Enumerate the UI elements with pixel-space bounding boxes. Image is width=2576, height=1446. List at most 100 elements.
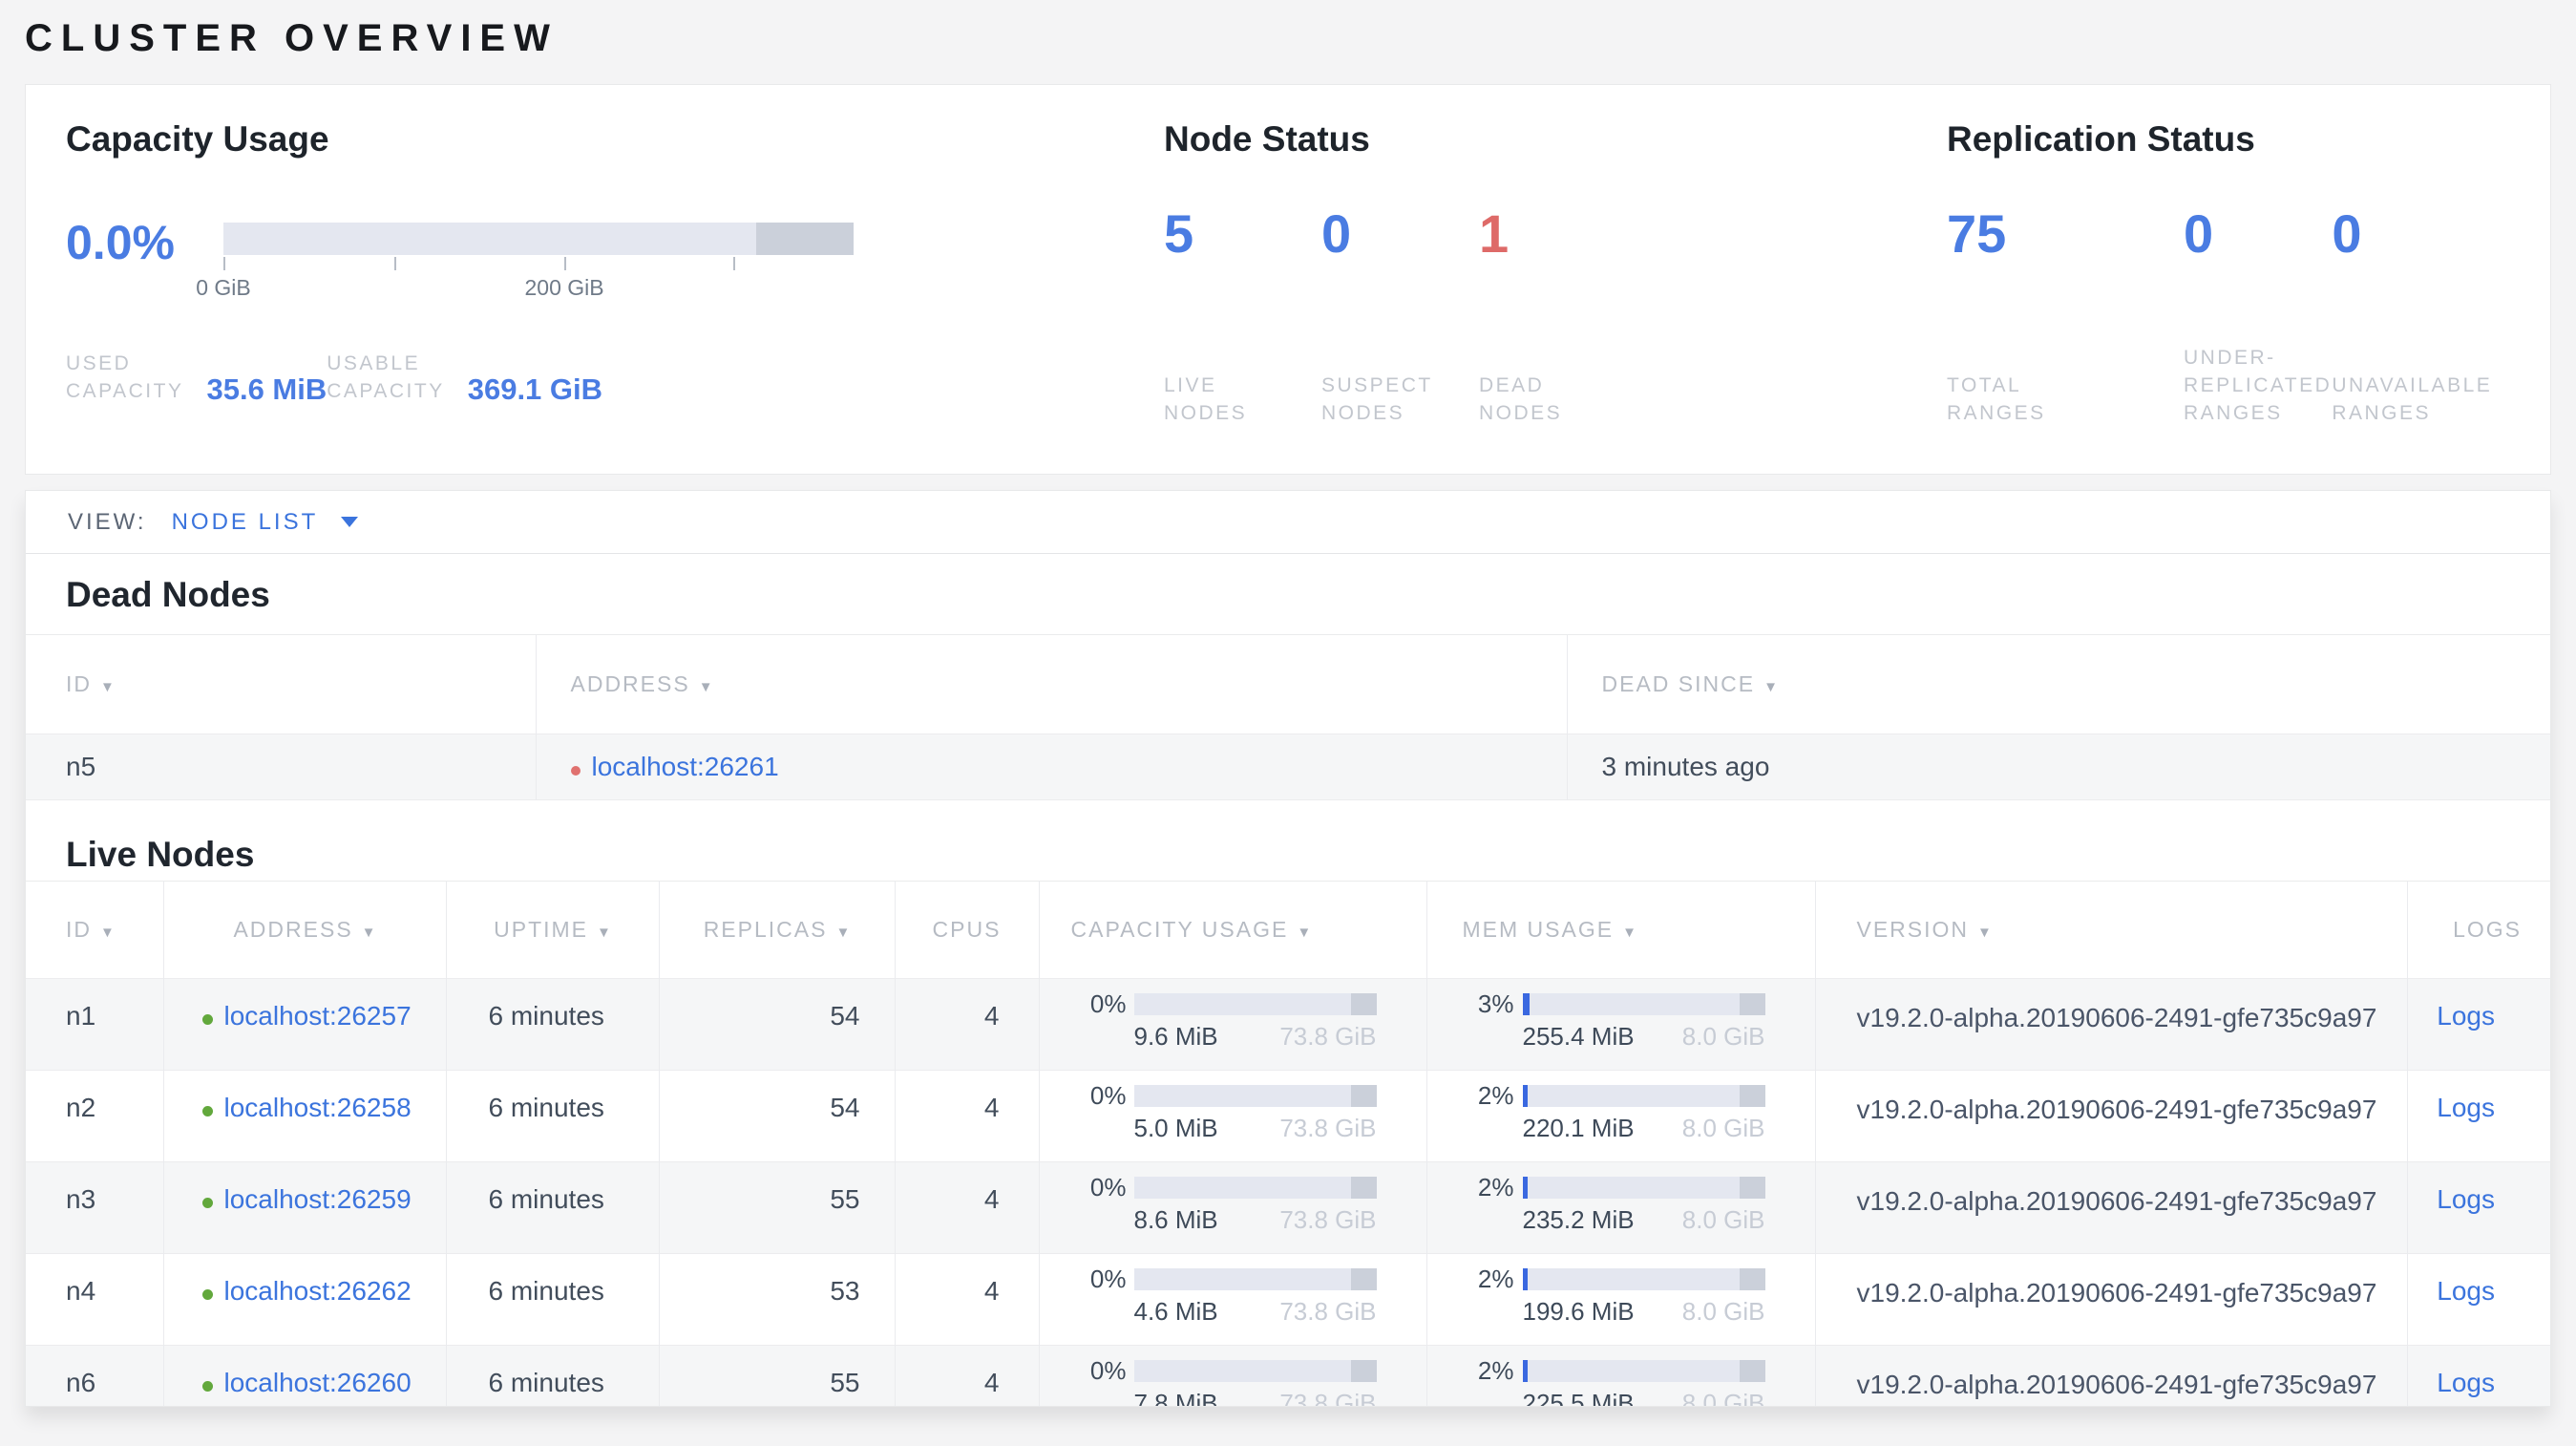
sort-arrow-icon: ▼ bbox=[597, 925, 611, 941]
node-address-link[interactable]: localhost:26260 bbox=[224, 1368, 412, 1397]
logs-link[interactable]: Logs bbox=[2437, 1368, 2495, 1397]
logs-link[interactable]: Logs bbox=[2437, 1184, 2495, 1214]
node-address-link[interactable]: localhost:26259 bbox=[224, 1184, 412, 1214]
mem-mini-bar bbox=[1522, 1177, 1765, 1199]
mem-pct-label: 2% bbox=[1477, 1081, 1514, 1110]
capacity-usage-title: Capacity Usage bbox=[66, 119, 329, 159]
node-id-cell: n3 bbox=[66, 1184, 96, 1214]
capacity-reserved-segment bbox=[1350, 993, 1377, 1015]
stat-label-line: DEAD bbox=[1479, 374, 1545, 396]
column-header-dead-since[interactable]: DEAD SINCE ▼ bbox=[1566, 634, 2550, 734]
chevron-down-icon[interactable] bbox=[341, 517, 359, 527]
stat-label: UNDER- REPLICATED RANGES bbox=[2184, 344, 2332, 427]
column-header-address[interactable]: ADDRESS ▼ bbox=[162, 881, 446, 979]
sort-arrow-icon: ▼ bbox=[698, 679, 713, 695]
stat-label: TOTAL RANGES bbox=[1947, 372, 2184, 427]
uptime-cell: 6 minutes bbox=[445, 1161, 659, 1254]
status-stat: 5 LIVE NODES bbox=[1164, 203, 1321, 427]
column-header-replicas[interactable]: REPLICAS ▼ bbox=[658, 881, 895, 979]
mem-used-value: 225.5 MiB bbox=[1522, 1389, 1635, 1407]
mem-fill-segment bbox=[1522, 1085, 1528, 1107]
node-address-cell: localhost:26258 bbox=[162, 1070, 446, 1162]
replicas-cell: 55 bbox=[658, 1345, 895, 1406]
uptime-cell: 6 minutes bbox=[445, 1253, 659, 1346]
sort-arrow-icon: ▼ bbox=[1763, 679, 1778, 695]
stat-label-line: RANGES bbox=[2332, 402, 2431, 424]
column-header-address[interactable]: ADDRESS ▼ bbox=[535, 634, 1567, 734]
node-address-cell: localhost:26260 bbox=[162, 1345, 446, 1406]
column-header-version[interactable]: VERSION ▼ bbox=[1814, 881, 2407, 979]
mem-used-value: 235.2 MiB bbox=[1522, 1205, 1635, 1234]
logs-cell: Logs bbox=[2406, 1161, 2550, 1254]
capacity-usage-cell: 0% 8.6 MiB 73.8 GiB bbox=[1038, 1161, 1426, 1254]
capacity-mini-bar bbox=[1133, 993, 1377, 1015]
mem-reserved-segment bbox=[1739, 1360, 1765, 1382]
mem-total-value: 8.0 GiB bbox=[1681, 1297, 1765, 1326]
capacity-bar-wrap: 0 GiB 200 GiB bbox=[196, 203, 854, 300]
page-title: CLUSTER OVERVIEW bbox=[25, 17, 559, 59]
capacity-usage-cell: 0% 5.0 MiB 73.8 GiB bbox=[1038, 1070, 1426, 1162]
live-node-dot-icon bbox=[201, 1381, 213, 1392]
column-header-uptime[interactable]: UPTIME ▼ bbox=[445, 881, 659, 979]
mem-mini-chart: 2% 220.1 MiB 8.0 GiB bbox=[1427, 1071, 1815, 1143]
capacity-mini-bar bbox=[1133, 1360, 1377, 1382]
stat-label-line: USED bbox=[66, 352, 132, 374]
column-header-id[interactable]: ID ▼ bbox=[26, 635, 536, 734]
cpus-cell: 4 bbox=[894, 1161, 1039, 1254]
live-node-dot-icon bbox=[201, 1289, 213, 1300]
replicas-cell: 53 bbox=[658, 1253, 895, 1346]
capacity-used-value: 4.6 MiB bbox=[1133, 1297, 1218, 1326]
dead-since-cell: 3 minutes ago bbox=[1566, 734, 2550, 800]
column-header-cpus: CPUS bbox=[894, 881, 1039, 979]
column-header-capacity-usage[interactable]: CAPACITY USAGE ▼ bbox=[1038, 881, 1426, 979]
mem-total-value: 8.0 GiB bbox=[1681, 1389, 1765, 1407]
replicas-cell: 55 bbox=[658, 1161, 895, 1254]
node-address-link[interactable]: localhost:26257 bbox=[224, 1001, 412, 1031]
sort-arrow-icon: ▼ bbox=[100, 679, 115, 695]
capacity-mini-bar bbox=[1133, 1085, 1377, 1107]
mem-used-value: 199.6 MiB bbox=[1522, 1297, 1635, 1326]
node-address-link[interactable]: localhost:26261 bbox=[592, 752, 779, 781]
version-cell: v19.2.0-alpha.20190606-2491-gfe735c9a97 bbox=[1814, 1161, 2407, 1254]
capacity-bar bbox=[223, 223, 854, 255]
stat-label-line: LIVE bbox=[1164, 374, 1217, 396]
mem-reserved-segment bbox=[1739, 993, 1765, 1015]
stat-label: USABLE CAPACITY bbox=[327, 350, 444, 405]
capacity-used-value: 7.8 MiB bbox=[1133, 1389, 1218, 1407]
stat-number: 5 bbox=[1164, 203, 1194, 264]
stat-label-line: REPLICATED bbox=[2184, 374, 2333, 396]
status-stat: 0 SUSPECT NODES bbox=[1321, 203, 1479, 427]
column-header-mem-usage[interactable]: MEM USAGE ▼ bbox=[1425, 881, 1815, 979]
mem-fill-segment bbox=[1522, 1360, 1528, 1382]
logs-link[interactable]: Logs bbox=[2437, 1276, 2495, 1306]
capacity-mini-bar bbox=[1133, 1177, 1377, 1199]
cluster-overview-page: CLUSTER OVERVIEW Capacity Usage 0.0% 0 G… bbox=[0, 0, 2576, 1446]
stat-label-line: NODES bbox=[1479, 402, 1563, 424]
mem-reserved-segment bbox=[1739, 1085, 1765, 1107]
column-header-id[interactable]: ID ▼ bbox=[26, 882, 163, 979]
replicas-cell: 54 bbox=[658, 978, 895, 1071]
capacity-stats: USED CAPACITY 35.6 MiB USABLE CAPACITY 369… bbox=[66, 350, 1164, 405]
node-address-link[interactable]: localhost:26262 bbox=[224, 1276, 412, 1306]
logs-link[interactable]: Logs bbox=[2437, 1001, 2495, 1031]
capacity-stat: USABLE CAPACITY 369.1 GiB bbox=[327, 350, 602, 405]
mem-usage-cell: 2% 235.2 MiB 8.0 GiB bbox=[1425, 1161, 1815, 1254]
view-selector[interactable]: NODE LIST bbox=[172, 509, 319, 536]
stat-label: DEAD NODES bbox=[1479, 372, 1636, 427]
mem-used-value: 255.4 MiB bbox=[1522, 1022, 1635, 1051]
capacity-mini-chart: 0% 4.6 MiB 73.8 GiB bbox=[1040, 1254, 1426, 1327]
capacity-mini-chart: 0% 7.8 MiB 73.8 GiB bbox=[1040, 1346, 1426, 1407]
uptime-cell: 6 minutes bbox=[445, 978, 659, 1071]
logs-link[interactable]: Logs bbox=[2437, 1093, 2495, 1122]
stat-value: 35.6 MiB bbox=[206, 372, 327, 406]
capacity-reserved-segment bbox=[1350, 1085, 1377, 1107]
node-address-link[interactable]: localhost:26258 bbox=[224, 1093, 412, 1122]
node-id-cell: n4 bbox=[66, 1276, 96, 1306]
mem-usage-cell: 2% 199.6 MiB 8.0 GiB bbox=[1425, 1253, 1815, 1346]
mem-pct-label: 3% bbox=[1477, 989, 1514, 1018]
mem-fill-segment bbox=[1522, 993, 1531, 1015]
live-node-dot-icon bbox=[201, 1014, 213, 1025]
sort-arrow-icon: ▼ bbox=[361, 925, 376, 941]
mem-used-value: 220.1 MiB bbox=[1522, 1114, 1635, 1142]
capacity-axis-ticks bbox=[223, 255, 854, 271]
